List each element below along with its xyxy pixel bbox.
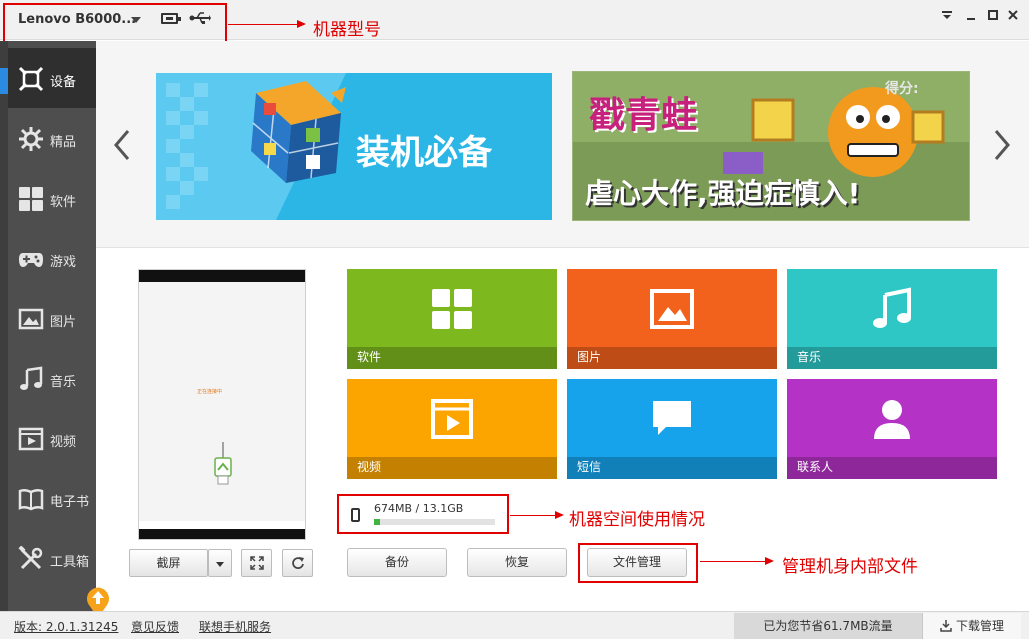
phone-center-text: 正在连接中 [197, 389, 223, 395]
device-annotation-arrow [297, 20, 306, 28]
sidebar-edge [0, 41, 8, 611]
image-icon [650, 289, 694, 329]
phone-nav-bar [139, 529, 305, 539]
tile-label: 软件 [357, 350, 382, 364]
storage-text: 674MB / 13.1GB [374, 502, 464, 515]
sidebar-item-games[interactable]: 游戏 [8, 228, 96, 288]
tile-contacts[interactable]: 联系人 [787, 379, 997, 479]
book-icon [18, 488, 44, 511]
tile-music[interactable]: 音乐 [787, 269, 997, 369]
storage-annotation-line [510, 515, 556, 516]
banner-title: 装机必备 [356, 133, 492, 173]
tile-label: 音乐 [797, 350, 822, 364]
sidebar-item-video[interactable]: 视频 [8, 408, 96, 468]
banner-background [156, 73, 552, 220]
file-manager-annotation-text: 管理机身内部文件 [782, 557, 918, 577]
tile-sms[interactable]: 短信 [567, 379, 777, 479]
tile-video[interactable]: 视频 [347, 379, 557, 479]
minimize-icon[interactable] [964, 8, 978, 22]
phone-screen: 正在连接中 [139, 282, 305, 521]
phone-status-bar [139, 270, 305, 282]
sidebar-indicator [0, 68, 8, 94]
phone-screen-preview[interactable]: 正在连接中 [138, 269, 306, 540]
sidebar-item-label: 电子书 [50, 495, 90, 510]
video-icon [431, 399, 473, 439]
fullscreen-button[interactable] [241, 549, 272, 577]
sidebar-item-toolbox[interactable]: 工具箱 [8, 528, 96, 588]
apps-grid-icon [19, 187, 43, 211]
usb-plug-icon [214, 442, 232, 485]
banner-subtitle: 虐心大作,强迫症慎入! [585, 177, 861, 210]
refresh-icon [291, 557, 304, 569]
expand-icon [249, 556, 264, 570]
download-manager-button[interactable]: 下载管理 [922, 613, 1021, 639]
sidebar-item-label: 软件 [50, 195, 77, 210]
sidebar-item-images[interactable]: 图片 [8, 288, 96, 348]
sidebar-item-label: 视频 [50, 435, 77, 450]
banner-game-promo[interactable]: 戳青蛙 得分: 虐心大作,强迫症慎入! [572, 71, 970, 221]
storage-annotation-arrow [555, 511, 564, 519]
status-bar: 版本: 2.0.1.31245 意见反馈 联想手机服务 已为您节省61.7MB流… [0, 611, 1029, 639]
gamepad-icon [19, 253, 43, 267]
download-icon [940, 620, 952, 632]
tile-label: 短信 [577, 460, 602, 474]
refresh-button[interactable] [282, 549, 313, 577]
sidebar-item-software[interactable]: 软件 [8, 168, 96, 228]
music-note-icon [20, 366, 43, 390]
screenshot-button[interactable]: 截屏 [129, 549, 208, 577]
tools-icon [18, 546, 43, 570]
storage-progress-bar [374, 519, 495, 525]
screenshot-dropdown-button[interactable] [208, 549, 232, 577]
sidebar-item-label: 精品 [50, 135, 77, 150]
storage-progress-fill [374, 519, 381, 525]
sidebar-item-label: 图片 [50, 315, 77, 330]
image-icon [18, 308, 44, 330]
chevron-down-icon [216, 562, 224, 567]
storage-usage: 674MB / 13.1GB [337, 494, 509, 534]
backup-button[interactable]: 备份 [347, 548, 447, 577]
chat-bubble-icon [653, 401, 691, 435]
video-icon [18, 427, 44, 451]
device-annotation-text: 机器型号 [313, 20, 381, 40]
apps-grid-icon [432, 289, 472, 329]
gear-star-icon [19, 127, 43, 151]
sidebar-item-music[interactable]: 音乐 [8, 348, 96, 408]
chevron-right-icon[interactable] [990, 125, 1014, 165]
tile-images[interactable]: 图片 [567, 269, 777, 369]
chevron-left-icon[interactable] [110, 125, 134, 165]
tile-label: 视频 [357, 460, 382, 474]
sidebar-item-label: 工具箱 [50, 555, 90, 570]
tile-label: 图片 [577, 350, 602, 364]
person-icon [874, 400, 910, 439]
sidebar-item-device[interactable]: 设备 [8, 48, 96, 108]
file-manager-annotation-line [700, 561, 766, 562]
music-note-icon [873, 287, 911, 328]
sidebar-item-label: 设备 [50, 75, 77, 90]
banner-essential-apps[interactable]: 装机必备 [156, 73, 552, 220]
download-manager-label: 下载管理 [956, 619, 1005, 633]
restore-button[interactable]: 恢复 [467, 548, 567, 577]
feedback-link[interactable]: 意见反馈 [131, 618, 179, 635]
storage-annotation-text: 机器空间使用情况 [569, 510, 705, 530]
sidebar-item-label: 游戏 [50, 255, 77, 270]
phone-icon [351, 508, 360, 522]
device-annotation-line [228, 24, 298, 25]
tile-software[interactable]: 软件 [347, 269, 557, 369]
banner-score-label: 得分: [885, 81, 919, 97]
tile-label: 联系人 [797, 460, 834, 474]
traffic-saved-text: 已为您节省61.7MB流量 [734, 613, 922, 639]
sidebar-item-featured[interactable]: 精品 [8, 108, 96, 168]
sidebar-item-ebook[interactable]: 电子书 [8, 468, 96, 528]
lenovo-service-link[interactable]: 联想手机服务 [199, 618, 271, 635]
maximize-icon[interactable] [986, 8, 1000, 22]
device-annotation-box [3, 3, 227, 44]
file-manager-button[interactable]: 文件管理 [587, 548, 687, 577]
close-icon[interactable] [1006, 8, 1020, 22]
sidebar-item-label: 音乐 [50, 375, 77, 390]
file-manager-annotation-arrow [765, 557, 774, 565]
menu-dropdown-icon[interactable] [940, 8, 954, 22]
device-icon [18, 66, 44, 92]
version-link[interactable]: 版本: 2.0.1.31245 [14, 618, 118, 635]
banner-title: 戳青蛙 [589, 95, 698, 136]
